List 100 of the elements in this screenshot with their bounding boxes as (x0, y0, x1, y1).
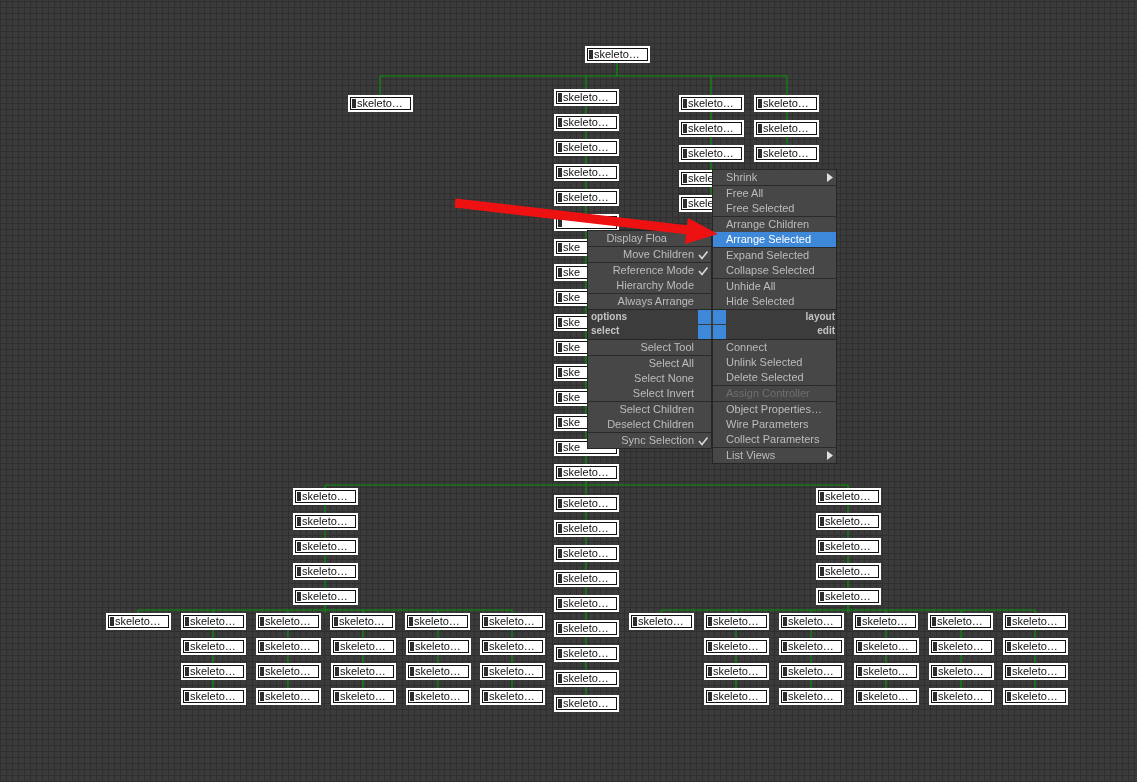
schematic-node[interactable]: skeleto… (816, 588, 881, 605)
menu-item[interactable]: Hierarchy Mode (588, 278, 711, 293)
schematic-node[interactable]: skeleto… (816, 538, 881, 555)
check-icon (697, 249, 709, 260)
schematic-node[interactable]: skeleto… (853, 613, 918, 630)
schematic-node[interactable]: skeleto… (754, 145, 819, 162)
schematic-node[interactable]: skeleto… (854, 638, 919, 655)
menu-item[interactable]: Connect (713, 340, 836, 355)
schematic-node[interactable]: skeleto… (406, 638, 471, 655)
schematic-node[interactable]: skeleto… (554, 645, 619, 662)
schematic-node[interactable]: skeleto… (405, 613, 470, 630)
menu-item[interactable]: Arrange Selected (713, 232, 836, 247)
schematic-node[interactable]: skeleto… (754, 95, 819, 112)
schematic-node[interactable]: skeleto… (679, 95, 744, 112)
schematic-node[interactable]: skeleto… (256, 663, 321, 680)
schematic-node[interactable]: skeleto… (928, 613, 993, 630)
schematic-node[interactable]: skeleto… (929, 688, 994, 705)
schematic-node[interactable]: skeleto… (293, 538, 358, 555)
schematic-node[interactable]: skeleto… (181, 638, 246, 655)
menu-item[interactable]: Move Children (588, 247, 711, 262)
schematic-node[interactable]: skeleto… (348, 95, 413, 112)
schematic-node[interactable]: skeleto… (293, 513, 358, 530)
schematic-node[interactable]: skeleto… (554, 464, 619, 481)
schematic-node[interactable]: skeleto… (704, 613, 769, 630)
schematic-node[interactable]: skeleto… (554, 114, 619, 131)
schematic-node[interactable]: skeleto… (704, 688, 769, 705)
menu-item[interactable]: Unlink Selected (713, 355, 836, 370)
menu-item[interactable]: Collapse Selected (713, 263, 836, 278)
schematic-node[interactable]: skeleto… (480, 613, 545, 630)
schematic-node[interactable]: skeleto… (256, 638, 321, 655)
schematic-node[interactable]: skeleto… (779, 638, 844, 655)
menu-item[interactable]: Collect Parameters (713, 432, 836, 447)
schematic-node[interactable]: skeleto… (779, 688, 844, 705)
menu-item[interactable]: Always Arrange (588, 294, 711, 309)
schematic-node[interactable]: skeleto… (554, 545, 619, 562)
schematic-node[interactable]: skeleto… (1003, 638, 1068, 655)
menu-item[interactable]: Select Children (588, 402, 711, 417)
menu-item[interactable]: Hide Selected (713, 294, 836, 309)
schematic-node[interactable]: skeleto… (929, 638, 994, 655)
menu-item[interactable]: Expand Selected (713, 248, 836, 263)
schematic-node[interactable]: skeleto… (1003, 663, 1068, 680)
schematic-node[interactable]: skeleto… (554, 164, 619, 181)
schematic-node[interactable]: skeleto… (181, 613, 246, 630)
schematic-node[interactable]: skeleto… (929, 663, 994, 680)
schematic-node[interactable]: skeleto… (256, 613, 321, 630)
schematic-node[interactable]: skeleto… (585, 46, 650, 63)
menu-item[interactable]: Unhide All (713, 279, 836, 294)
schematic-node[interactable]: skeleto… (554, 139, 619, 156)
schematic-node[interactable]: skeleto… (816, 563, 881, 580)
schematic-node[interactable]: skeleto… (330, 613, 395, 630)
schematic-node[interactable]: skeleto… (256, 688, 321, 705)
schematic-node[interactable]: skeleto… (704, 638, 769, 655)
schematic-node[interactable]: skeleto… (406, 663, 471, 680)
schematic-node[interactable]: skeleto… (854, 663, 919, 680)
schematic-node[interactable]: skeleto… (554, 695, 619, 712)
menu-item[interactable]: Arrange Children (713, 217, 836, 232)
schematic-node[interactable]: skeleto… (106, 613, 171, 630)
schematic-node[interactable]: skeleto… (704, 663, 769, 680)
schematic-node[interactable]: skeleto… (293, 563, 358, 580)
schematic-node[interactable]: skeleto… (331, 688, 396, 705)
schematic-node[interactable]: skeleto… (554, 495, 619, 512)
menu-item[interactable]: Object Properties… (713, 402, 836, 417)
schematic-node[interactable]: skeleto… (181, 663, 246, 680)
schematic-node[interactable]: skeleto… (181, 688, 246, 705)
schematic-node[interactable]: skeleto… (293, 488, 358, 505)
schematic-node[interactable]: skeleto… (406, 688, 471, 705)
schematic-node[interactable]: skeleto… (779, 663, 844, 680)
schematic-node[interactable]: skeleto… (554, 189, 619, 206)
schematic-node[interactable]: skeleto… (554, 620, 619, 637)
schematic-node[interactable]: skeleto… (331, 663, 396, 680)
schematic-node[interactable]: skeleto… (679, 120, 744, 137)
menu-item[interactable]: Select None (588, 371, 711, 386)
schematic-node[interactable]: skeleto… (754, 120, 819, 137)
schematic-node[interactable]: skeleto… (679, 145, 744, 162)
schematic-node[interactable]: skeleto… (331, 638, 396, 655)
menu-item[interactable]: Select Tool (588, 340, 711, 355)
schematic-node[interactable]: skeleto… (816, 488, 881, 505)
submenu-arrow-icon (827, 451, 833, 460)
schematic-node[interactable]: skeleto… (816, 513, 881, 530)
schematic-node[interactable]: skeleto… (480, 688, 545, 705)
schematic-node[interactable]: skeleto… (554, 520, 619, 537)
schematic-node[interactable]: skeleto… (554, 89, 619, 106)
menu-item[interactable]: List Views (713, 448, 836, 463)
menu-item[interactable]: Select Invert (588, 386, 711, 401)
schematic-node[interactable]: skeleto… (554, 670, 619, 687)
schematic-node[interactable]: skeleto… (554, 595, 619, 612)
quad-selector-icon[interactable] (698, 310, 726, 339)
schematic-node[interactable]: skeleto… (554, 570, 619, 587)
schematic-node[interactable]: skeleto… (629, 613, 694, 630)
menu-item[interactable]: Delete Selected (713, 370, 836, 385)
schematic-node[interactable]: skeleto… (854, 688, 919, 705)
menu-item[interactable]: Select All (588, 356, 711, 371)
schematic-node[interactable]: skeleto… (293, 588, 358, 605)
menu-item[interactable]: Sync Selection (588, 433, 711, 448)
schematic-node[interactable]: skeleto… (1003, 688, 1068, 705)
schematic-node[interactable]: skeleto… (779, 613, 844, 630)
menu-item[interactable]: Wire Parameters (713, 417, 836, 432)
schematic-node[interactable]: skeleto… (480, 638, 545, 655)
schematic-node[interactable]: skeleto… (1003, 613, 1068, 630)
schematic-node[interactable]: skeleto… (480, 663, 545, 680)
